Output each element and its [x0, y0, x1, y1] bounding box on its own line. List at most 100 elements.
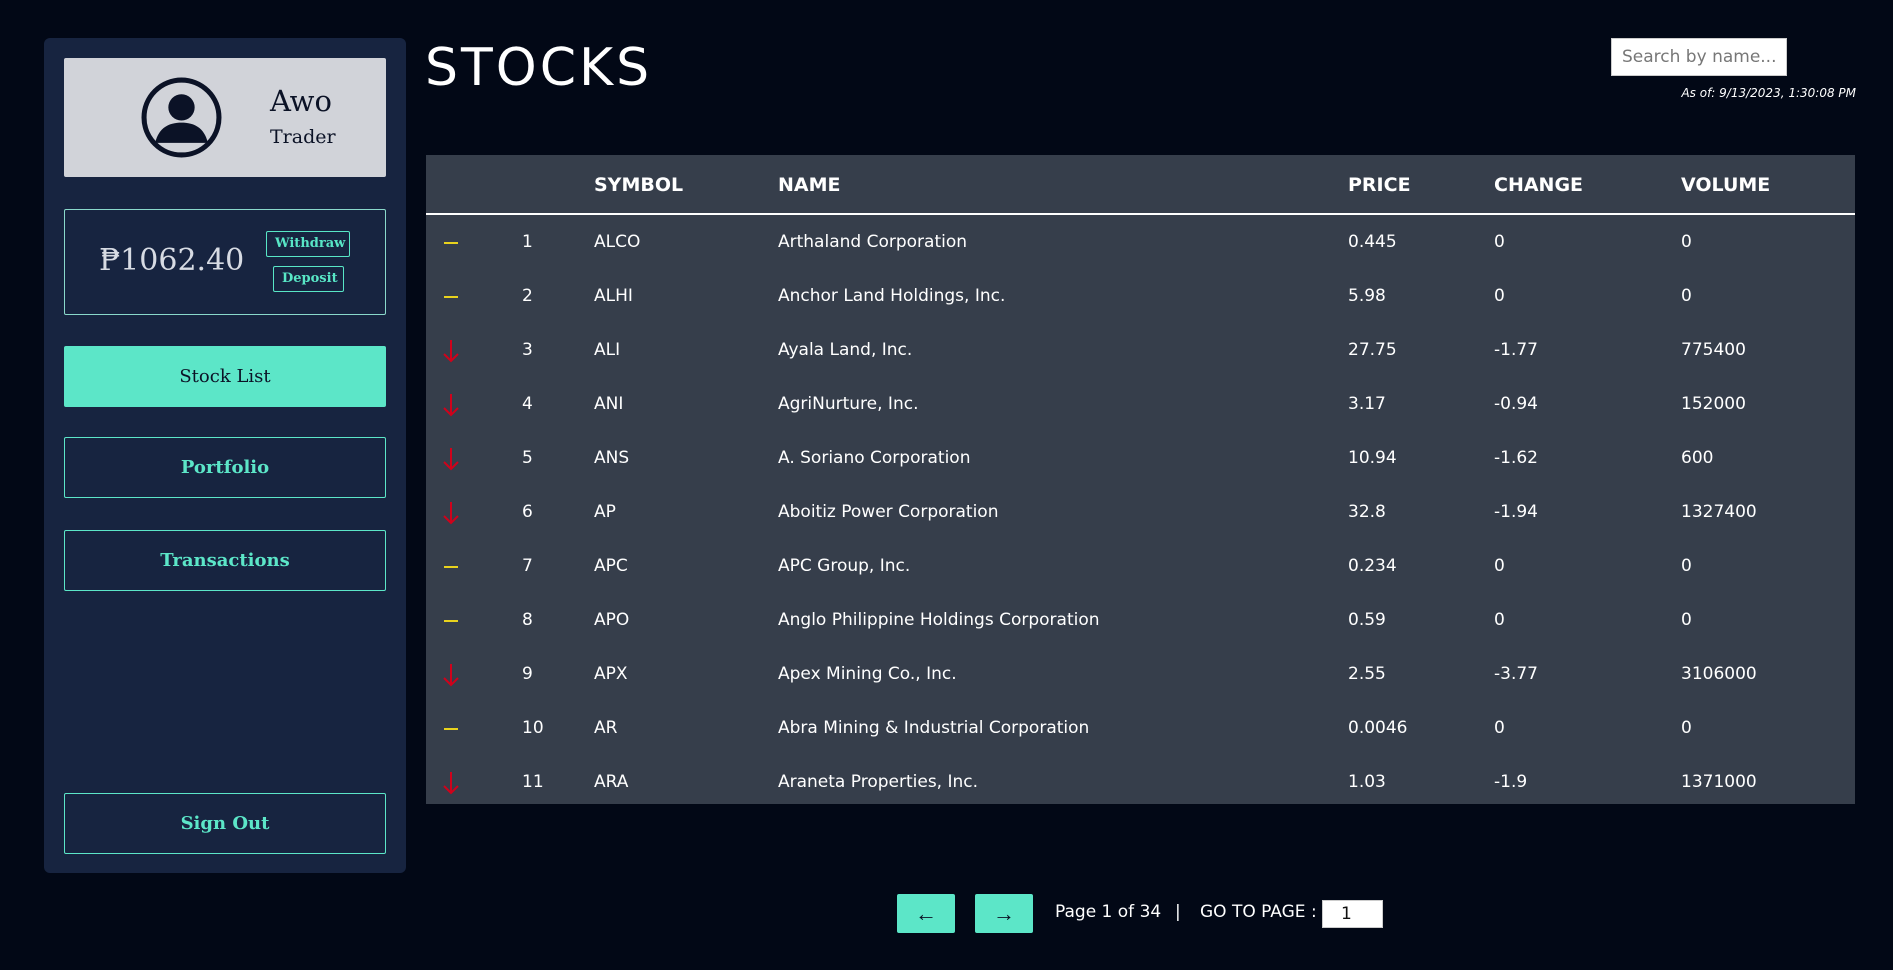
table-row[interactable]: 8 APO Anglo Philippine Holdings Corporatio… [426, 593, 1855, 647]
arrow-down-icon [443, 340, 459, 363]
row-change: 0 [1494, 718, 1505, 738]
row-name: Arthaland Corporation [778, 232, 968, 252]
row-symbol: APX [594, 664, 628, 684]
table-body: 1 ALCO Arthaland Corporation 0.445 0 0 2 ALHI An… [426, 215, 1855, 809]
table-row[interactable]: 7 APC APC Group, Inc. 0.234 0 0 [426, 539, 1855, 593]
prev-page-button[interactable]: ← [897, 894, 955, 933]
row-index: 5 [522, 448, 533, 468]
row-name: Aboitiz Power Corporation [778, 502, 999, 522]
next-page-button[interactable]: → [975, 894, 1033, 933]
profile-card: Awo Trader [64, 58, 386, 177]
user-avatar-icon [141, 77, 222, 158]
row-change: -1.77 [1494, 340, 1538, 360]
table-row[interactable]: 5 ANS A. Soriano Corporation 10.94 -1.62 600 [426, 431, 1855, 485]
row-volume: 0 [1681, 556, 1692, 576]
row-volume: 152000 [1681, 394, 1746, 414]
dash-icon [444, 242, 458, 244]
row-symbol: ALCO [594, 232, 641, 252]
column-header-price[interactable]: PRICE [1348, 174, 1411, 196]
row-symbol: ARA [594, 772, 629, 792]
table-row[interactable]: 1 ALCO Arthaland Corporation 0.445 0 0 [426, 215, 1855, 269]
row-price: 32.8 [1348, 502, 1386, 522]
row-symbol: AP [594, 502, 616, 522]
row-price: 0.234 [1348, 556, 1397, 576]
dash-icon [444, 620, 458, 622]
row-price: 0.445 [1348, 232, 1397, 252]
page-title: STOCKS [425, 38, 653, 98]
row-volume: 0 [1681, 718, 1692, 738]
row-index: 4 [522, 394, 533, 414]
row-price: 5.98 [1348, 286, 1386, 306]
row-symbol: ANS [594, 448, 630, 468]
row-name: APC Group, Inc. [778, 556, 911, 576]
table-row[interactable]: 3 ALI Ayala Land, Inc. 27.75 -1.77 775400 [426, 323, 1855, 377]
column-header-symbol[interactable]: SYMBOL [594, 174, 683, 196]
stocks-table: SYMBOL NAME PRICE CHANGE VOLUME 1 ALCO Art… [426, 155, 1855, 804]
row-index: 7 [522, 556, 533, 576]
row-symbol: ALHI [594, 286, 633, 306]
row-volume: 0 [1681, 286, 1692, 306]
sidebar: Awo Trader ₱1062.40 Withdraw Deposit Sto… [44, 38, 406, 873]
row-name: Ayala Land, Inc. [778, 340, 913, 360]
table-row[interactable]: 10 AR Abra Mining & Industrial Corporation… [426, 701, 1855, 755]
arrow-down-icon [443, 448, 459, 471]
row-index: 10 [522, 718, 544, 738]
row-change: 0 [1494, 610, 1505, 630]
nav-transactions[interactable]: Transactions [64, 530, 386, 591]
row-change: -1.94 [1494, 502, 1538, 522]
row-name: A. Soriano Corporation [778, 448, 971, 468]
row-symbol: ALI [594, 340, 621, 360]
arrow-down-icon [443, 664, 459, 687]
row-volume: 775400 [1681, 340, 1746, 360]
deposit-button[interactable]: Deposit [273, 266, 344, 292]
table-row[interactable]: 11 ARA Araneta Properties, Inc. 1.03 -1.9 137… [426, 755, 1855, 809]
arrow-down-icon [443, 772, 459, 795]
goto-page-input[interactable] [1322, 900, 1383, 928]
row-name: Abra Mining & Industrial Corporation [778, 718, 1090, 738]
row-price: 27.75 [1348, 340, 1397, 360]
nav-stock-list[interactable]: Stock List [64, 346, 386, 407]
row-name: Apex Mining Co., Inc. [778, 664, 957, 684]
row-index: 6 [522, 502, 533, 522]
row-price: 2.55 [1348, 664, 1386, 684]
goto-page-label: GO TO PAGE : [1200, 902, 1317, 922]
row-symbol: APO [594, 610, 630, 630]
dash-icon [444, 296, 458, 298]
row-index: 11 [522, 772, 544, 792]
profile-name: Awo [270, 84, 332, 118]
sign-out-button[interactable]: Sign Out [64, 793, 386, 854]
row-volume: 3106000 [1681, 664, 1757, 684]
row-volume: 1371000 [1681, 772, 1757, 792]
table-header: SYMBOL NAME PRICE CHANGE VOLUME [426, 155, 1855, 215]
nav-portfolio[interactable]: Portfolio [64, 437, 386, 498]
row-price: 0.59 [1348, 610, 1386, 630]
dash-icon [444, 566, 458, 568]
balance-card: ₱1062.40 Withdraw Deposit [64, 209, 386, 315]
table-row[interactable]: 2 ALHI Anchor Land Holdings, Inc. 5.98 0 0 [426, 269, 1855, 323]
arrow-down-icon [443, 502, 459, 525]
row-name: Araneta Properties, Inc. [778, 772, 979, 792]
column-header-change[interactable]: CHANGE [1494, 174, 1583, 196]
column-header-volume[interactable]: VOLUME [1681, 174, 1770, 196]
row-index: 9 [522, 664, 533, 684]
row-price: 3.17 [1348, 394, 1386, 414]
row-index: 1 [522, 232, 533, 252]
row-change: 0 [1494, 232, 1505, 252]
withdraw-button[interactable]: Withdraw [266, 231, 350, 257]
arrow-down-icon [443, 394, 459, 417]
row-change: 0 [1494, 556, 1505, 576]
table-row[interactable]: 4 ANI AgriNurture, Inc. 3.17 -0.94 152000 [426, 377, 1855, 431]
column-header-name[interactable]: NAME [778, 174, 841, 196]
table-row[interactable]: 6 AP Aboitiz Power Corporation 32.8 -1.94 132… [426, 485, 1855, 539]
balance-amount: ₱1062.40 [99, 243, 245, 278]
row-index: 3 [522, 340, 533, 360]
as-of-timestamp: As of: 9/13/2023, 1:30:08 PM [1681, 86, 1856, 100]
row-volume: 0 [1681, 610, 1692, 630]
dash-icon [444, 728, 458, 730]
row-price: 10.94 [1348, 448, 1397, 468]
search-input[interactable] [1611, 38, 1787, 76]
table-row[interactable]: 9 APX Apex Mining Co., Inc. 2.55 -3.77 310600… [426, 647, 1855, 701]
row-symbol: APC [594, 556, 628, 576]
row-index: 8 [522, 610, 533, 630]
row-price: 0.0046 [1348, 718, 1408, 738]
